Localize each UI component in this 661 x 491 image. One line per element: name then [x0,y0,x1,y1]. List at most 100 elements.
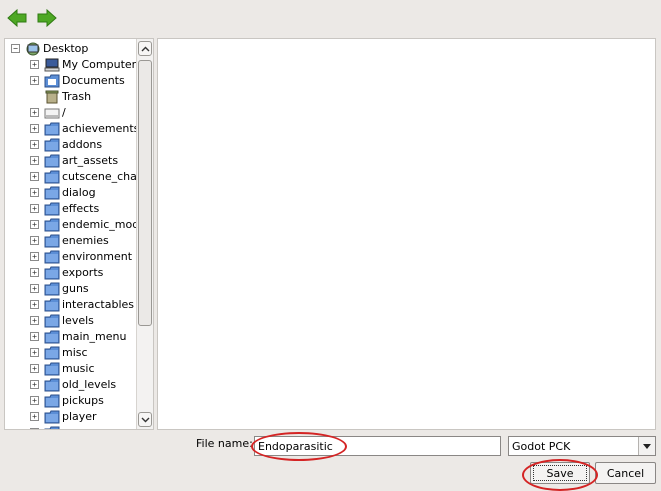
folder-icon [43,217,60,233]
folder-icon [43,313,60,329]
file-type-value: Godot PCK [512,440,571,453]
folder-icon [43,377,60,393]
tree-item-label: art_assets [62,154,119,167]
tree-item[interactable]: + enemies [5,233,137,249]
expand-icon[interactable]: + [30,332,39,341]
expand-icon[interactable]: + [30,172,39,181]
tree-item-label: My Computer [62,58,137,71]
folder-icon [43,137,60,153]
tree-item[interactable]: + environment [5,249,137,265]
tree-item-label: exports [62,266,104,279]
expand-icon[interactable]: + [30,412,39,421]
folder-tree[interactable]: − Desktop + My Computer + Documents Trash + / + ac… [4,38,154,430]
tree-item[interactable]: + main_menu [5,329,137,345]
forward-button[interactable] [35,6,59,30]
expand-icon[interactable]: + [30,236,39,245]
tree-item-label: / [62,106,66,119]
expand-icon[interactable]: + [30,396,39,405]
folder-icon [43,265,60,281]
expand-icon[interactable]: + [30,108,39,117]
expand-icon[interactable]: + [30,156,39,165]
file-list-area[interactable] [157,38,656,430]
tree-item[interactable]: + dialog [5,185,137,201]
tree-item[interactable]: + levels [5,313,137,329]
folder-icon [43,281,60,297]
dropdown-arrow-icon[interactable] [638,437,655,455]
tree-item-label: Trash [62,90,92,103]
tree-item-label: music [62,362,95,375]
expand-icon[interactable]: + [30,220,39,229]
tree-item[interactable]: + exports [5,265,137,281]
folder-icon [43,393,60,409]
tree-item[interactable]: + [5,425,137,429]
folder-icon [43,121,60,137]
tree-item[interactable]: + / [5,105,137,121]
tree-item[interactable]: + Documents [5,73,137,89]
tree-item-label: interactables [62,298,135,311]
expand-icon[interactable]: + [30,76,39,85]
tree-item-label: pickups [62,394,104,407]
expand-icon[interactable]: + [30,428,39,429]
focus-outline [533,465,587,481]
file-type-select[interactable]: Godot PCK [508,436,656,456]
forward-arrow-icon [37,9,57,27]
tree-item-label: old_levels [62,378,117,391]
file-name-input[interactable] [254,436,501,456]
folder-icon [43,233,60,249]
tree-item[interactable]: + music [5,361,137,377]
expand-icon[interactable]: + [30,252,39,261]
desktop-icon [24,41,41,57]
tree-item[interactable]: + pickups [5,393,137,409]
tree-item[interactable]: − Desktop [5,41,137,57]
tree-item-label: player [62,410,97,423]
scroll-thumb[interactable] [138,60,152,326]
tree-item[interactable]: + effects [5,201,137,217]
chevron-down-icon [141,413,150,426]
back-button[interactable] [5,6,29,30]
tree-item-label: achievements [62,122,137,135]
cancel-button[interactable]: Cancel [595,462,656,484]
tree-item[interactable]: + achievements [5,121,137,137]
tree-item-label: levels [62,314,94,327]
expand-icon[interactable]: + [30,300,39,309]
computer-icon [43,57,60,73]
expand-icon[interactable]: + [30,268,39,277]
tree-item[interactable]: + cutscene_chara [5,169,137,185]
tree-item[interactable]: + art_assets [5,153,137,169]
folder-icon [43,361,60,377]
tree-item-label: environment [62,250,133,263]
folder-icon [43,169,60,185]
expand-icon[interactable]: + [30,364,39,373]
expand-icon[interactable]: + [30,140,39,149]
tree-item[interactable]: + addons [5,137,137,153]
expand-icon[interactable]: + [30,316,39,325]
tree-scrollbar[interactable] [136,39,153,429]
expand-icon[interactable]: + [30,124,39,133]
expand-icon[interactable]: + [30,380,39,389]
tree-item[interactable]: + My Computer [5,57,137,73]
expand-icon[interactable]: + [30,188,39,197]
expand-icon[interactable]: + [30,284,39,293]
drive-icon [43,105,60,121]
tree-item-label: enemies [62,234,109,247]
tree-item[interactable]: + guns [5,281,137,297]
save-button[interactable]: Save [530,462,590,484]
collapse-icon[interactable]: − [11,44,20,53]
scroll-up-button[interactable] [138,41,152,56]
expand-icon[interactable]: + [30,348,39,357]
folder-icon [43,329,60,345]
expand-icon[interactable]: + [30,204,39,213]
tree-item[interactable]: + interactables [5,297,137,313]
tree-item[interactable]: + player [5,409,137,425]
chevron-up-icon [141,42,150,55]
tree-item[interactable]: Trash [5,89,137,105]
folder-icon [43,425,60,429]
scroll-down-button[interactable] [138,412,152,427]
tree-item-label: cutscene_chara [62,170,137,183]
tree-item[interactable]: + misc [5,345,137,361]
expand-icon[interactable]: + [30,60,39,69]
documents-icon [43,73,60,89]
tree-item[interactable]: + endemic_mode [5,217,137,233]
tree-item[interactable]: + old_levels [5,377,137,393]
tree-item-label: misc [62,346,88,359]
